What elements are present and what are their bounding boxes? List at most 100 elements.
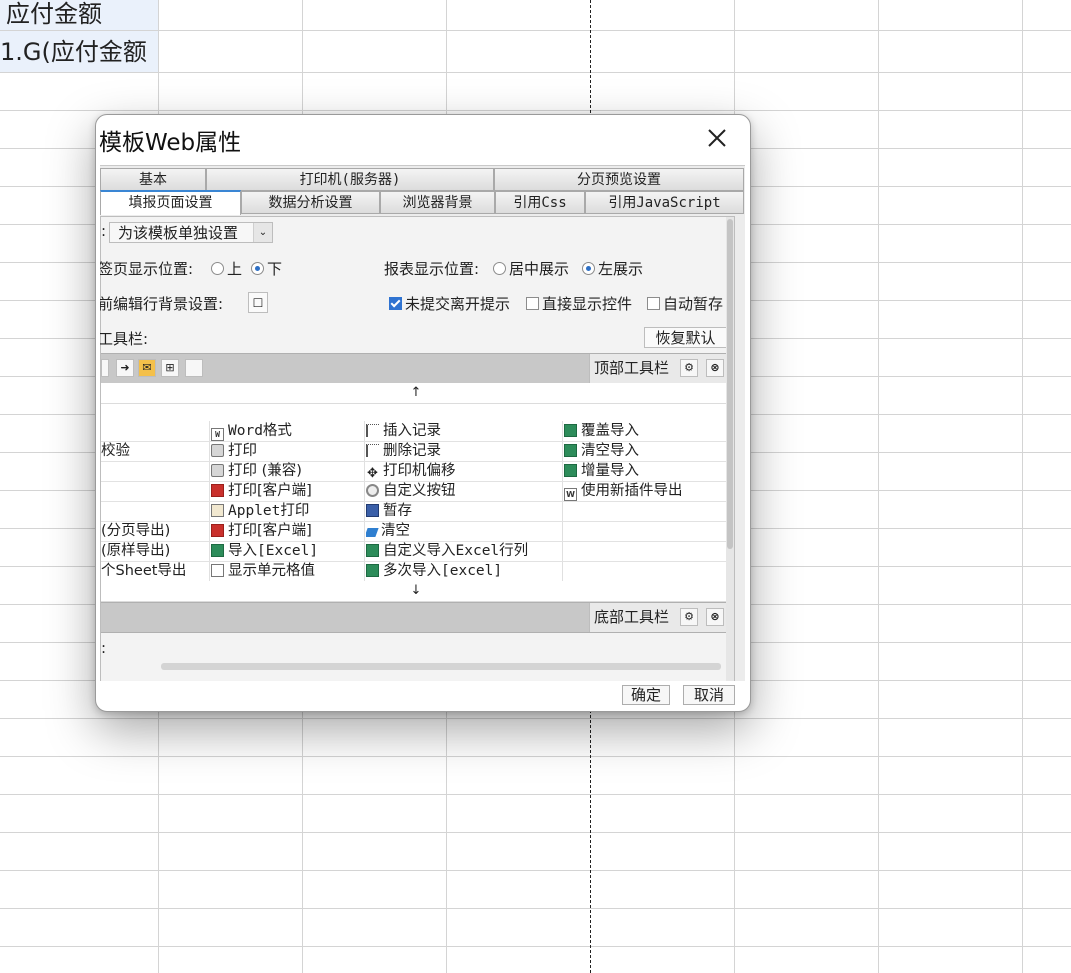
tab-printer-server[interactable]: 打印机(服务器) (206, 168, 494, 191)
toolbar-button-item (564, 561, 729, 581)
toolbar-button-label: 插入记录 (383, 423, 441, 439)
toolbar-item-icon[interactable] (101, 359, 109, 377)
radio-icon (211, 262, 224, 275)
grid-line (0, 30, 1071, 31)
printer-icon (211, 444, 224, 457)
tab-basic[interactable]: 基本 (100, 168, 206, 191)
close-icon[interactable] (702, 123, 732, 153)
bottom-toolbar-panel: 底部工具栏 ⚙ ⊗ (589, 603, 731, 632)
radio-top[interactable]: 上 (211, 258, 242, 279)
toolbar-button-item[interactable]: 打印[客户端] (211, 481, 363, 501)
bottom-toolbar-label: 底部工具栏 (594, 608, 670, 626)
toolbar-button-item[interactable]: W Word格式 (211, 421, 363, 441)
email-icon[interactable]: ✉ (138, 359, 156, 377)
toolbar-button-item[interactable]: 打印 (兼容) (211, 461, 363, 481)
grid-cell[interactable]: (原样导出) (101, 541, 207, 561)
grid-row: 校验 打印 删除记录 清空导入 (101, 441, 731, 462)
tab-css[interactable]: 引用Css (495, 191, 585, 214)
top-toolbar-panel: 顶部工具栏 ⚙ ⊗ (589, 354, 731, 383)
toolbar-button-item[interactable]: 删除记录 (366, 441, 561, 461)
gear-icon (366, 484, 379, 497)
cell-formula[interactable]: 1.G(应付金额 (0, 32, 157, 67)
toolbar-button-item[interactable]: 多次导入[excel] (366, 561, 561, 581)
tab-data-analysis[interactable]: 数据分析设置 (241, 191, 380, 214)
vertical-scrollbar[interactable] (726, 217, 734, 681)
radio-left[interactable]: 左展示 (582, 258, 643, 279)
grid-row: 打印[客户端] 自定义按钮 W 使用新插件导出 (101, 481, 731, 502)
toolbar-button-label: 清空 (381, 523, 410, 539)
grid-cell[interactable] (101, 421, 207, 441)
close-icon[interactable]: ⊗ (706, 608, 724, 626)
ok-button[interactable]: 确定 (622, 685, 670, 705)
toolbar-button-item (564, 501, 729, 521)
close-icon[interactable]: ⊗ (706, 359, 724, 377)
horizontal-scrollbar[interactable] (161, 663, 721, 670)
blank-icon[interactable] (185, 359, 203, 377)
grid-line (0, 110, 1071, 111)
paint-bucket-icon[interactable]: ☐ (248, 292, 268, 313)
toolbar-button-item[interactable]: 暂存 (366, 501, 561, 521)
move-down-arrow[interactable]: ↓ (101, 581, 731, 602)
sheet-position-label: 签页显示位置: (100, 260, 194, 278)
toolbar-button-label: 暂存 (383, 503, 412, 519)
scrollbar-thumb[interactable] (727, 219, 733, 549)
toolbar-button-item[interactable]: 覆盖导入 (564, 421, 729, 441)
toolbar-button-label: 打印机偏移 (383, 463, 456, 479)
toolbar-button-grid: W Word格式 插入记录 覆盖导入 校验 打印 删除记录 清空导入 打印 (兼容) ✥ 打印机偏移… (101, 421, 731, 582)
checkbox-leave-prompt[interactable]: 未提交离开提示 (389, 293, 510, 314)
tab-fill-page-settings[interactable]: 填报页面设置 (100, 190, 241, 215)
radio-center[interactable]: 居中展示 (493, 258, 569, 279)
top-toolbar: ➜ ✉ ⊞ 顶部工具栏 ⚙ ⊗ (101, 353, 731, 384)
grid-cell[interactable] (101, 461, 207, 481)
toolbar-button-item[interactable]: 自定义导入Excel行列 (366, 541, 561, 561)
excel-icon (366, 564, 379, 577)
tab-javascript[interactable]: 引用JavaScript (585, 191, 744, 214)
cell-header[interactable]: 应付金额 (6, 0, 156, 29)
export-icon[interactable]: ➜ (116, 359, 134, 377)
save-icon (366, 504, 379, 517)
settings-icon[interactable]: ⚙ (680, 359, 698, 377)
checkbox-show-controls[interactable]: 直接显示控件 (526, 293, 632, 314)
chevron-down-icon: ⌄ (253, 223, 272, 242)
settings-icon[interactable]: ⚙ (680, 608, 698, 626)
toolbar-button-item[interactable]: 自定义按钮 (366, 481, 561, 501)
grid-cell[interactable]: (分页导出) (101, 521, 207, 541)
toolbar-button-item[interactable]: 打印[客户端] (211, 521, 363, 541)
checkbox-auto-save[interactable]: 自动暂存 (647, 293, 723, 314)
grid-row: 打印 (兼容) ✥ 打印机偏移 增量导入 (101, 461, 731, 482)
excel-icon (366, 544, 379, 557)
grid-cell[interactable]: 校验 (101, 441, 207, 461)
toolbar-button-label: 自定义按钮 (383, 483, 456, 499)
toolbar-button-item[interactable]: 导入[Excel] (211, 541, 363, 561)
grid-line (0, 718, 1071, 719)
toolbar-button-item (564, 541, 729, 561)
insert-row-icon[interactable]: ⊞ (161, 359, 179, 377)
radio-center-label: 居中展示 (509, 260, 570, 278)
toolbar-button-item[interactable]: 增量导入 (564, 461, 729, 481)
toolbar-button-item[interactable]: 清空导入 (564, 441, 729, 461)
grid-line (0, 908, 1071, 909)
radio-icon (493, 262, 506, 275)
toolbar-button-item[interactable]: 显示单元格值 (211, 561, 363, 581)
move-up-arrow[interactable]: ↑ (101, 383, 731, 404)
toolbar-button-item[interactable]: W 使用新插件导出 (564, 481, 729, 501)
grid-cell[interactable] (101, 481, 207, 501)
cancel-button[interactable]: 取消 (683, 685, 735, 705)
tab-browser-background[interactable]: 浏览器背景 (380, 191, 495, 214)
toolbar-button-item[interactable]: 插入记录 (366, 421, 561, 441)
toolbar-button-item[interactable]: 打印 (211, 441, 363, 461)
radio-bottom[interactable]: 下 (251, 258, 282, 279)
toolbar-button-label: 增量导入 (581, 463, 639, 479)
toolbar-button-item[interactable]: Applet打印 (211, 501, 363, 521)
tab-page-preview[interactable]: 分页预览设置 (494, 168, 744, 191)
grid-cell[interactable]: 个Sheet导出 (101, 561, 207, 581)
toolbar-button-label: 覆盖导入 (581, 423, 639, 439)
toolbar-button-label: 多次导入[excel] (383, 563, 503, 579)
setting-select[interactable]: 为该模板单独设置 ⌄ (109, 222, 273, 243)
toolbar-button-item[interactable]: ✥ 打印机偏移 (366, 461, 561, 481)
grid-cell[interactable] (101, 501, 207, 521)
restore-default-button[interactable]: 恢复默认 (644, 327, 727, 348)
toolbar-button-item[interactable]: 清空 (366, 521, 561, 541)
word-icon: W (564, 488, 577, 501)
grid-row: Applet打印 暂存 (101, 501, 731, 522)
